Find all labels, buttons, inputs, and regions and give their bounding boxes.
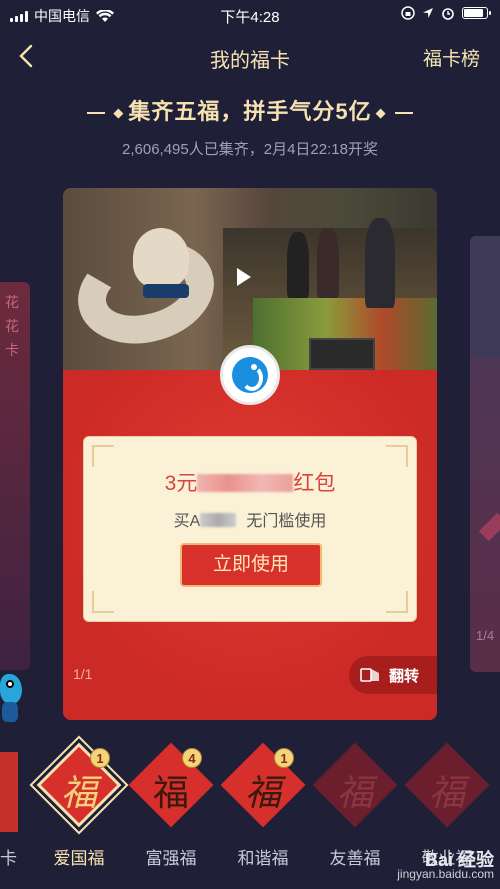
fu-label: 富强福 — [145, 849, 197, 868]
flip-icon — [360, 668, 379, 682]
side-card-left-text: 花花卡 — [5, 294, 19, 358]
fu-count-badge: 1 — [274, 748, 294, 768]
watermark: Bai 经验 jingyan.baidu.com — [397, 850, 494, 881]
card-rank-link[interactable]: 福卡榜 — [423, 44, 480, 71]
brand-logo-icon — [220, 345, 280, 405]
play-icon[interactable] — [237, 268, 251, 286]
fu-char: 福 — [60, 773, 97, 814]
blurred-text — [197, 474, 294, 492]
fu-char: 福 — [244, 773, 281, 814]
side-card-right[interactable] — [470, 236, 500, 672]
fu-label: 友善福 — [329, 849, 381, 868]
mascot — [133, 228, 189, 288]
fu-label: 和谐福 — [237, 849, 289, 868]
fu-char: 福 — [152, 773, 189, 814]
alarm-icon — [442, 8, 454, 20]
side-card-right-page: 1/4 — [476, 628, 495, 643]
lock-rotation-icon — [401, 6, 415, 20]
decor-diamond-icon: ◆ — [113, 105, 125, 121]
fu-char: 福 — [336, 773, 373, 814]
side-card-left[interactable]: 花花卡 — [0, 282, 30, 670]
decor-dash — [87, 112, 106, 115]
fu-label: 爱国福 — [53, 849, 105, 868]
blurred-text — [200, 513, 237, 527]
bird-mascot — [0, 664, 26, 724]
fu-item-fuqiang[interactable]: 福 4 富强福 — [126, 740, 216, 880]
fu-card[interactable]: 3元 红包 买A 无门槛使用 立即使用 1/1 翻转 — [63, 188, 437, 720]
fu-item-aiguo[interactable]: 福 1 爱国福 — [32, 738, 126, 880]
status-right — [401, 6, 491, 20]
status-bar: 中国电信 下午4:28 — [0, 0, 500, 30]
nav-bar: 我的福卡 福卡榜 — [0, 36, 500, 76]
coupon-title: 3元 红包 — [164, 472, 336, 495]
headline: ◆ 集齐五福，拼手气分5亿 ◆ — [0, 94, 500, 126]
decor-diamond-icon: ◆ — [375, 105, 387, 121]
use-now-button[interactable]: 立即使用 — [180, 543, 322, 587]
location-icon — [423, 8, 433, 18]
video-thumbnail[interactable] — [63, 188, 437, 370]
coupon: 3元 红包 买A 无门槛使用 立即使用 — [83, 436, 417, 622]
headline-text: 集齐五福，拼手气分5亿 — [128, 99, 372, 124]
coupon-desc: 买A 无门槛使用 — [173, 513, 327, 530]
fu-item-youshan[interactable]: 福 友善福 — [310, 740, 400, 880]
side-card-right-mark — [478, 512, 500, 542]
fu-char: 福 — [428, 773, 465, 814]
page-indicator: 1/1 — [73, 666, 93, 682]
flip-label: 翻转 — [389, 667, 420, 685]
decor-dash — [394, 112, 413, 115]
fu-item-hexie[interactable]: 福 1 和谐福 — [218, 740, 308, 880]
flip-button[interactable]: 翻转 — [349, 656, 437, 694]
fu-count-badge: 4 — [182, 748, 202, 768]
fu-count-badge: 1 — [90, 748, 110, 768]
collected-count: 2,606,495人已集齐，2月4日22:18开奖 — [122, 141, 378, 158]
battery-icon — [462, 7, 491, 19]
